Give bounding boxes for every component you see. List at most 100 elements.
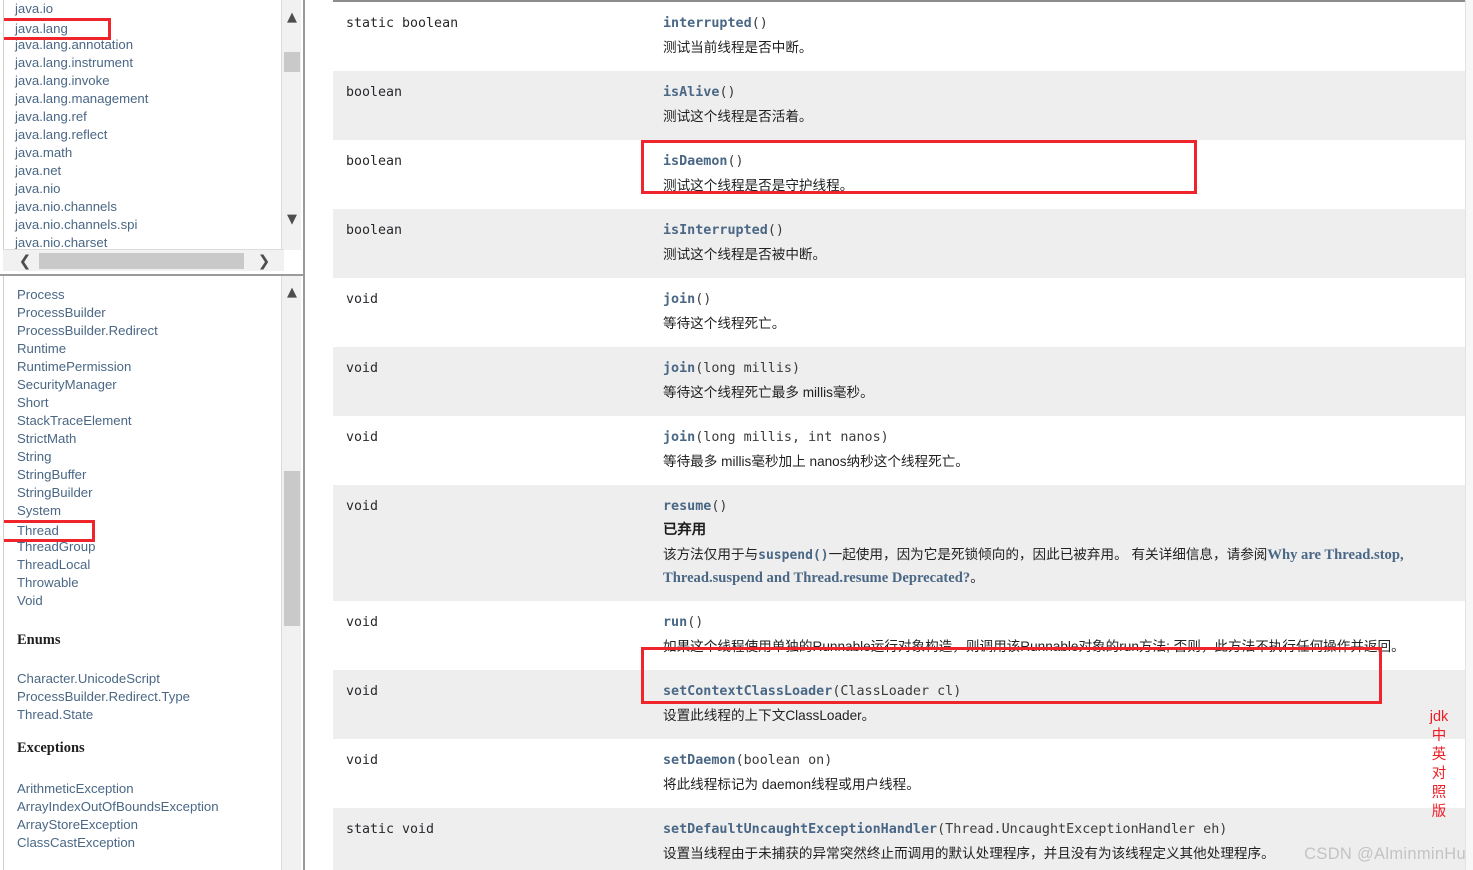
classes-vertical-scrollbar[interactable]: ▲ xyxy=(281,276,301,870)
table-row: void join(long millis, int nanos) 等待最多 mil… xyxy=(333,416,1473,485)
package-item[interactable]: java.lang.invoke xyxy=(4,72,283,90)
method-signature[interactable]: join(long millis, int nanos) xyxy=(663,428,1463,448)
method-return-type: void xyxy=(346,615,379,630)
class-item[interactable]: StringBuffer xyxy=(4,466,285,484)
scrollbar-thumb[interactable] xyxy=(284,471,300,626)
enum-item[interactable]: Character.UnicodeScript xyxy=(4,670,285,688)
method-description: 设置此线程的上下文ClassLoader。 xyxy=(663,708,876,723)
exception-item[interactable]: ArrayIndexOutOfBoundsException xyxy=(4,798,285,816)
package-item[interactable]: java.net xyxy=(4,162,283,180)
package-item[interactable]: java.nio.channels xyxy=(4,198,283,216)
chevron-up-icon[interactable]: ▲ xyxy=(282,283,302,303)
method-name[interactable]: join xyxy=(663,292,695,307)
chevron-up-icon[interactable]: ▲ xyxy=(282,8,302,28)
method-name[interactable]: interrupted xyxy=(663,16,752,31)
method-name[interactable]: isDaemon xyxy=(663,154,728,169)
method-signature[interactable]: join() xyxy=(663,290,1463,310)
exception-item[interactable]: ArithmeticException xyxy=(4,780,285,798)
method-description: 如果这个线程使用单独的Runnable运行对象构造，则调用该Runnable对象… xyxy=(663,639,1405,654)
package-item[interactable]: java.lang.management xyxy=(4,90,283,108)
package-item-selected[interactable]: java.lang xyxy=(4,18,111,40)
watermark-text: CSDN @AlminminHu xyxy=(1304,845,1466,863)
classes-list[interactable]: Process ProcessBuilder ProcessBuilder.Redi… xyxy=(3,276,285,870)
table-row: void run() 如果这个线程使用单独的Runnable运行对象构造，则调用该R… xyxy=(333,601,1473,670)
method-signature[interactable]: resume() xyxy=(663,497,1463,517)
table-row: static boolean interrupted() 测试当前线程是否中断。 xyxy=(333,2,1473,71)
enum-item[interactable]: ProcessBuilder.Redirect.Type xyxy=(4,688,285,706)
deprecation-note: 该方法仅用于与suspend()一起使用，因为它是死锁倾向的，因此已被弃用。 有… xyxy=(663,544,1463,589)
method-name[interactable]: run xyxy=(663,615,687,630)
method-description: 将此线程标记为 daemon线程或用户线程。 xyxy=(663,777,920,792)
jdk-bilingual-side-label: jdk 中英对照版 xyxy=(1427,708,1451,822)
method-signature[interactable]: interrupted() xyxy=(663,14,1463,34)
method-return-type: void xyxy=(346,753,379,768)
note-text-part-3: 。 xyxy=(970,570,984,585)
class-item[interactable]: StackTraceElement xyxy=(4,412,285,430)
method-name[interactable]: setDefaultUncaughtExceptionHandler xyxy=(663,822,937,837)
class-item[interactable]: ThreadLocal xyxy=(4,556,285,574)
packages-list[interactable]: java.io java.lang java.lang.annotation java… xyxy=(3,0,283,250)
method-signature[interactable]: join(long millis) xyxy=(663,359,1463,379)
method-parameters: (long millis) xyxy=(695,361,801,376)
method-parameters: () xyxy=(687,615,704,630)
class-item[interactable]: RuntimePermission xyxy=(4,358,285,376)
class-item[interactable]: Throwable xyxy=(4,574,285,592)
class-item[interactable]: Runtime xyxy=(4,340,285,358)
method-signature[interactable]: setDaemon(boolean on) xyxy=(663,751,1463,771)
class-item[interactable]: StringBuilder xyxy=(4,484,285,502)
class-item-selected[interactable]: Thread xyxy=(4,520,95,542)
class-item[interactable]: Process xyxy=(4,286,285,304)
method-name[interactable]: setContextClassLoader xyxy=(663,684,832,699)
method-signature[interactable]: setContextClassLoader(ClassLoader cl) xyxy=(663,682,1463,702)
method-signature[interactable]: run() xyxy=(663,613,1463,633)
method-description-cell: resume() 已弃用 该方法仅用于与suspend()一起使用，因为它是死锁倾向… xyxy=(663,485,1473,601)
method-detail-main: 中断这个线程。 static booleaninterrupted()测试当前线… xyxy=(307,0,1473,870)
package-item[interactable]: java.io xyxy=(4,0,283,18)
method-name[interactable]: resume xyxy=(663,499,711,514)
class-item[interactable]: SecurityManager xyxy=(4,376,285,394)
method-name[interactable]: join xyxy=(663,361,695,376)
chevron-left-icon[interactable]: ❮ xyxy=(13,250,37,272)
exception-item[interactable]: ArrayStoreException xyxy=(4,816,285,834)
method-signature[interactable]: isDaemon() xyxy=(663,152,1463,172)
class-item[interactable]: System xyxy=(4,502,285,520)
method-return-type: boolean xyxy=(346,223,403,238)
package-item[interactable]: java.nio.channels.spi xyxy=(4,216,283,234)
table-row: void resume() 已弃用 该方法仅用于与suspend()一起使用，因为它是… xyxy=(333,485,1473,601)
method-name[interactable]: isInterrupted xyxy=(663,223,768,238)
package-item[interactable]: java.lang.instrument xyxy=(4,54,283,72)
method-name[interactable]: setDaemon xyxy=(663,753,736,768)
suspend-link[interactable]: suspend() xyxy=(758,548,828,563)
package-item[interactable]: java.math xyxy=(4,144,283,162)
packages-horizontal-scrollbar[interactable]: ❮ ❯ xyxy=(3,249,284,271)
method-return-type: boolean xyxy=(346,154,403,169)
method-return-type: static void xyxy=(346,822,435,837)
method-name[interactable]: join xyxy=(663,430,695,445)
package-item[interactable]: java.nio xyxy=(4,180,283,198)
exception-item[interactable]: ClassCastException xyxy=(4,834,285,852)
method-signature[interactable]: setDefaultUncaughtExceptionHandler(Threa… xyxy=(663,820,1463,840)
packages-vertical-scrollbar[interactable]: ▲ ▼ xyxy=(281,0,301,250)
package-item[interactable]: java.lang.reflect xyxy=(4,126,283,144)
scrollbar-thumb-horizontal[interactable] xyxy=(39,253,244,269)
method-description: 等待最多 millis毫秒加上 nanos纳秒这个线程死亡。 xyxy=(663,454,969,469)
class-item[interactable]: StrictMath xyxy=(4,430,285,448)
method-name[interactable]: isAlive xyxy=(663,85,719,100)
method-signature[interactable]: isAlive() xyxy=(663,83,1463,103)
method-return-type: void xyxy=(346,499,379,514)
method-description-cell: setDaemon(boolean on) 将此线程标记为 daemon线程或用户… xyxy=(663,739,1473,808)
method-return-type: void xyxy=(346,684,379,699)
class-item[interactable]: Short xyxy=(4,394,285,412)
package-item[interactable]: java.lang.ref xyxy=(4,108,283,126)
class-item[interactable]: ProcessBuilder.Redirect xyxy=(4,322,285,340)
class-item[interactable]: String xyxy=(4,448,285,466)
chevron-right-icon[interactable]: ❯ xyxy=(252,250,276,272)
method-signature[interactable]: isInterrupted() xyxy=(663,221,1463,241)
chevron-down-icon[interactable]: ▼ xyxy=(282,210,302,230)
class-item[interactable]: Void xyxy=(4,592,285,610)
enum-item[interactable]: Thread.State xyxy=(4,706,285,724)
scrollbar-thumb[interactable] xyxy=(284,52,300,72)
class-item[interactable]: ProcessBuilder xyxy=(4,304,285,322)
package-item[interactable]: java.nio.charset xyxy=(4,234,283,250)
